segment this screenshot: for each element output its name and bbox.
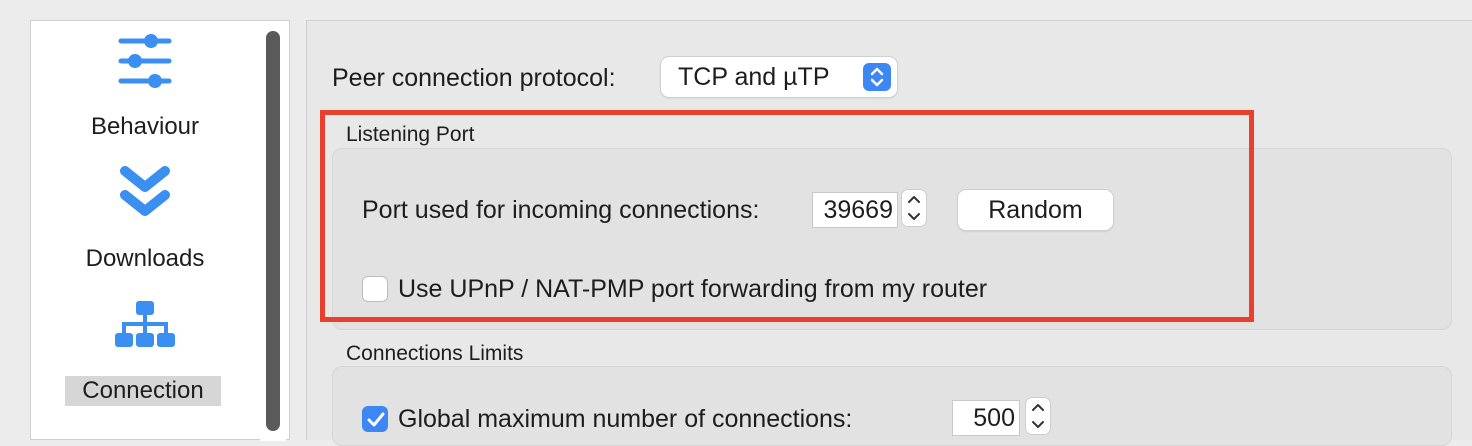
sidebar-item-label: Behaviour <box>90 113 200 140</box>
connections-limits-title: Connections Limits <box>346 342 524 365</box>
double-chevron-down-icon <box>31 163 259 233</box>
network-hierarchy-icon <box>31 297 259 367</box>
global-max-label: Global maximum number of connections: <box>398 405 853 433</box>
port-field[interactable]: 39669 <box>812 192 898 228</box>
upnp-checkbox[interactable] <box>362 276 388 302</box>
sliders-icon <box>31 31 259 101</box>
checkmark-icon <box>367 412 385 427</box>
global-max-stepper[interactable] <box>1026 398 1050 434</box>
protocol-select[interactable]: TCP and µTP <box>661 57 897 97</box>
protocol-label: Peer connection protocol: <box>332 64 616 92</box>
stepper-arrows-icon <box>908 196 920 220</box>
stepper-arrows-icon <box>1032 404 1044 428</box>
protocol-value: TCP and µTP <box>678 63 830 91</box>
preferences-sidebar: Behaviour Downloads Connection <box>30 20 290 441</box>
global-max-checkbox[interactable] <box>362 406 388 432</box>
sidebar-item-connection[interactable]: Connection <box>31 297 259 437</box>
sidebar-item-label: Connection <box>65 376 221 406</box>
port-label: Port used for incoming connections: <box>362 196 760 224</box>
random-port-button[interactable]: Random <box>958 190 1113 230</box>
port-stepper[interactable] <box>902 190 926 226</box>
scrollbar-thumb[interactable] <box>266 31 280 431</box>
listening-port-title: Listening Port <box>346 123 475 146</box>
sidebar-scrollbar[interactable] <box>260 21 286 441</box>
upnp-label: Use UPnP / NAT-PMP port forwarding from … <box>398 275 988 303</box>
sidebar-item-label: Downloads <box>85 245 205 272</box>
up-down-arrows-icon <box>863 63 891 91</box>
sidebar-item-behaviour[interactable]: Behaviour <box>31 31 259 161</box>
sidebar-item-downloads[interactable]: Downloads <box>31 163 259 293</box>
global-max-field[interactable]: 500 <box>952 400 1020 436</box>
